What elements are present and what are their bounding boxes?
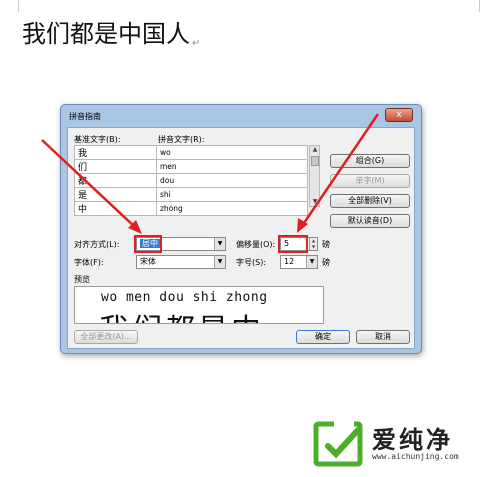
- table-row: 我 wo: [74, 145, 308, 160]
- size-unit: 磅: [322, 258, 330, 267]
- table-row: 是 shi: [74, 187, 308, 202]
- table-row: 们 men: [74, 159, 308, 174]
- dialog-title: 拼音指南: [69, 112, 101, 121]
- clear-all-button[interactable]: 全部删除(V): [330, 194, 410, 208]
- phonetic-guide-dialog: 拼音指南 x 基准文字(B): 拼音文字(R): 我 wo 们 men 都 do…: [60, 104, 422, 354]
- ruby-text-cell[interactable]: dou: [156, 173, 308, 188]
- font-select[interactable]: 宋体 ▼: [136, 255, 226, 269]
- group-button[interactable]: 组合(G): [330, 154, 410, 168]
- watermark-brand: 爱纯净: [372, 426, 453, 454]
- spin-arrows-icon[interactable]: ▲ ▼: [309, 238, 317, 250]
- preview-label: 预览: [74, 275, 90, 284]
- alignment-label: 对齐方式(L):: [74, 240, 120, 249]
- base-text-cell[interactable]: 是: [74, 187, 157, 202]
- brand-logo-icon: [313, 420, 363, 467]
- page-margin-mark-left: [18, 0, 19, 12]
- size-value: 12: [284, 257, 295, 266]
- table-scrollbar[interactable]: ▲ ▼: [309, 145, 320, 207]
- phonetic-table: 我 wo 们 men 都 dou 是 shi 中 zhong: [74, 145, 308, 216]
- preview-pinyin: wo men dou shi zhong: [101, 290, 268, 305]
- preview-hanzi: 我们都是中: [99, 305, 264, 323]
- document-text[interactable]: 我们都是中国人 ↵: [22, 14, 200, 49]
- ruby-text-cell[interactable]: shi: [156, 187, 308, 202]
- scroll-up-icon[interactable]: ▲: [311, 146, 319, 154]
- ruby-text-cell[interactable]: wo: [156, 145, 308, 160]
- font-value: 宋体: [140, 257, 156, 266]
- table-row: 都 dou: [74, 173, 308, 188]
- document-line: 我们都是中国人: [22, 20, 190, 48]
- dialog-titlebar[interactable]: 拼音指南 x: [61, 105, 421, 127]
- cancel-button[interactable]: 取消: [356, 330, 410, 344]
- dialog-body: 基准文字(B): 拼音文字(R): 我 wo 们 men 都 dou 是 shi…: [67, 127, 415, 349]
- watermark-url: www.aichunjing.com: [372, 452, 459, 461]
- size-label: 字号(S):: [236, 258, 267, 267]
- close-button[interactable]: x: [385, 108, 413, 122]
- chevron-down-icon[interactable]: ▼: [214, 238, 225, 250]
- ok-button[interactable]: 确定: [296, 330, 350, 344]
- offset-unit: 磅: [322, 240, 330, 249]
- chevron-down-icon[interactable]: ▼: [214, 256, 225, 268]
- watermark: 爱纯净 www.aichunjing.com: [312, 418, 492, 468]
- annotation-highlight-offset: [278, 235, 308, 253]
- page-margin-mark-right: [479, 0, 480, 12]
- base-text-cell[interactable]: 我: [74, 145, 157, 160]
- annotation-highlight-alignment: [134, 235, 162, 253]
- base-text-cell[interactable]: 们: [74, 159, 157, 174]
- scroll-thumb[interactable]: [311, 156, 319, 166]
- ruby-text-cell[interactable]: men: [156, 159, 308, 174]
- font-label: 字体(F):: [74, 258, 104, 267]
- offset-label: 偏移量(O):: [236, 240, 276, 249]
- chevron-down-icon[interactable]: ▼: [306, 256, 317, 268]
- base-text-cell[interactable]: 中: [74, 201, 157, 216]
- scroll-down-icon[interactable]: ▼: [311, 198, 319, 206]
- default-reading-button[interactable]: 默认读音(D): [330, 214, 410, 228]
- base-text-label: 基准文字(B):: [74, 135, 121, 144]
- ruby-text-cell[interactable]: zhong: [156, 201, 308, 216]
- table-row: 中 zhong: [74, 201, 308, 216]
- ruby-text-label: 拼音文字(R):: [158, 135, 205, 144]
- mono-button[interactable]: 单字(M): [330, 174, 410, 188]
- base-text-cell[interactable]: 都: [74, 173, 157, 188]
- modify-all-button[interactable]: 全部更改(A)...: [74, 330, 138, 344]
- size-select[interactable]: 12 ▼: [280, 255, 318, 269]
- preview-box: wo men dou shi zhong 我们都是中: [74, 286, 324, 324]
- paragraph-mark-icon: ↵: [192, 38, 201, 49]
